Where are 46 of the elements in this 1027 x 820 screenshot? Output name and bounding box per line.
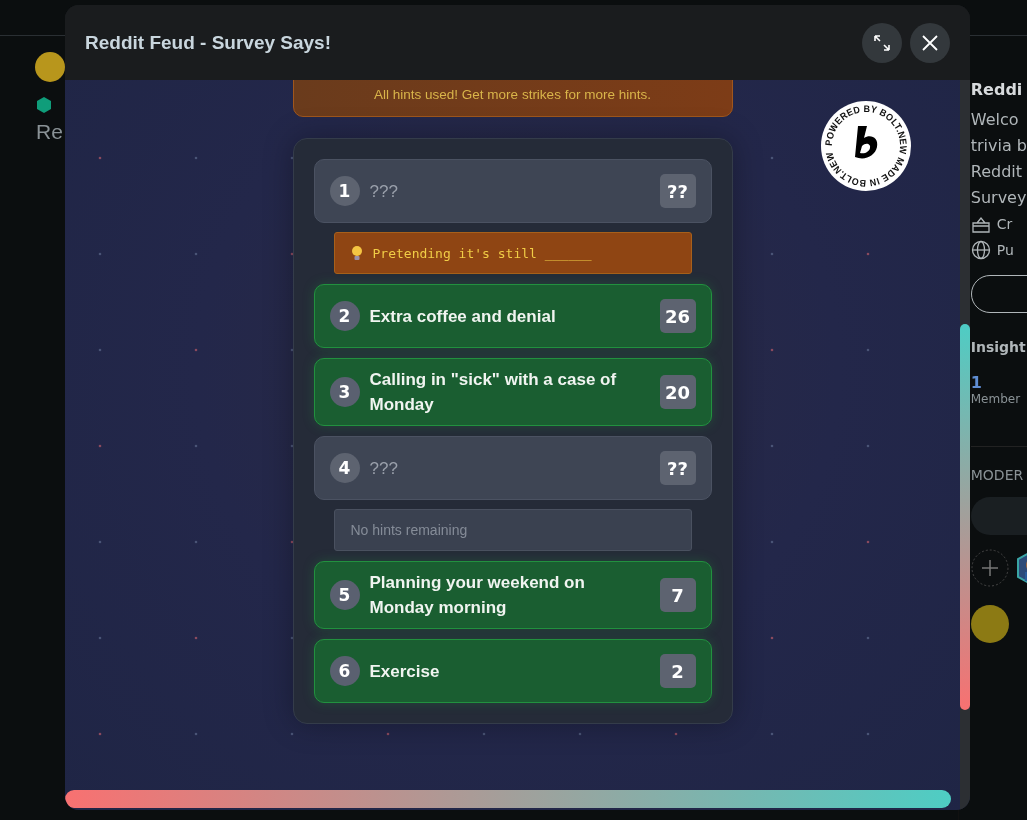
description-line: trivia b: [970, 135, 1027, 157]
points-badge: ??: [659, 174, 696, 208]
description-line: Reddit: [970, 161, 1024, 183]
answer-text: Planning your weekend on Monday morning: [369, 572, 586, 619]
member-label: Member: [970, 392, 1022, 406]
close-button[interactable]: [910, 22, 950, 63]
points-badge: ??: [659, 451, 696, 485]
scroll-thumb[interactable]: [960, 324, 970, 710]
insights-heading: Insight: [970, 339, 1027, 355]
cube-icon: [35, 96, 53, 114]
post-title: Re: [36, 120, 63, 144]
community-title: Reddi: [970, 80, 1024, 99]
hint-text: Pretending it's still ______: [372, 245, 592, 261]
hint-field: No hints remaining: [333, 509, 692, 551]
answer-text: ???: [369, 180, 399, 203]
expand-icon: [873, 33, 891, 52]
answer-text: Calling in "sick" with a case of Monday: [369, 369, 618, 416]
member-count: 1: [970, 373, 983, 392]
answer-number: 4: [329, 453, 360, 483]
lightbulb-icon: [350, 245, 363, 261]
close-icon: [921, 33, 939, 52]
vertical-scrollbar[interactable]: [960, 80, 970, 810]
answer-text: ???: [369, 457, 399, 480]
answer-number: 5: [329, 580, 360, 610]
points-badge: 20: [659, 375, 696, 409]
horizontal-scrollbar[interactable]: [65, 790, 951, 808]
notice-banner: All hints used! Get more strikes for more hints.: [292, 80, 733, 117]
points-badge: 26: [659, 299, 696, 333]
avatar-icon: [970, 605, 1009, 643]
description-line: Survey: [970, 187, 1027, 209]
description-line: Welco: [970, 109, 1020, 131]
answer-number: 1: [329, 176, 360, 206]
info-text: Pu: [996, 242, 1014, 258]
answer-text: Exercise: [369, 660, 441, 683]
answer-number: 6: [329, 656, 360, 686]
info-text: Cr: [996, 216, 1013, 232]
answer-number: 3: [329, 377, 360, 407]
avatar-icon: [35, 52, 65, 82]
expand-button[interactable]: [862, 22, 902, 63]
modal-title: Reddit Feud - Survey Says!: [85, 31, 332, 54]
answer-number: 2: [329, 301, 360, 331]
points-badge: 7: [659, 578, 696, 612]
points-badge: 2: [659, 654, 696, 688]
add-icon[interactable]: [970, 549, 1009, 587]
globe-icon: [970, 240, 991, 260]
answer-text: Extra coffee and denial: [369, 305, 557, 328]
